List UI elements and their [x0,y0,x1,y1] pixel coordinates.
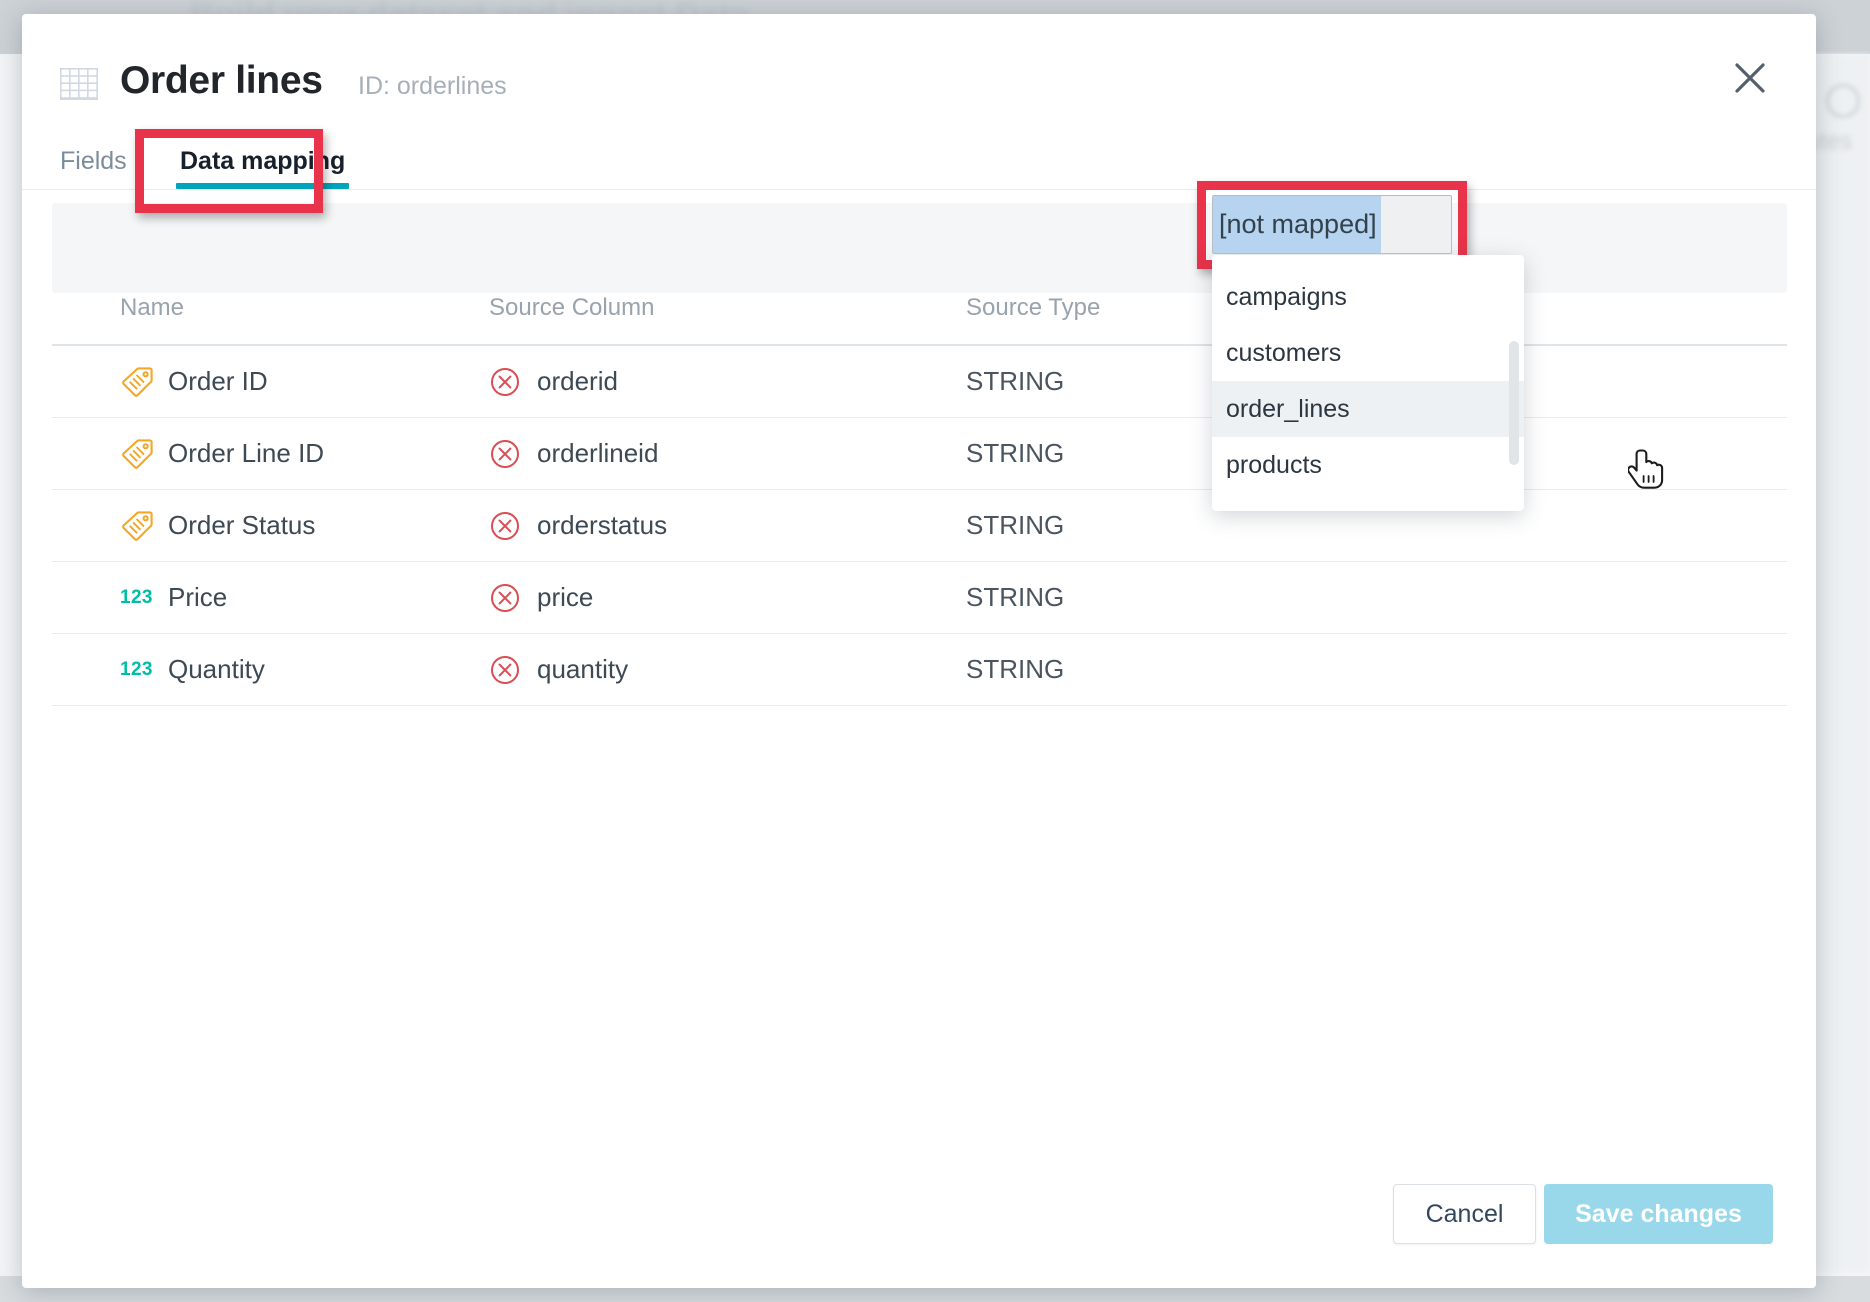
tag-icon [120,509,154,543]
source-table-select[interactable]: [not mapped] [1212,195,1452,254]
table-grid-icon [60,68,98,100]
source-column-label: price [537,582,593,613]
source-type-cell: STRING [966,654,1466,685]
source-table-dropdown-list[interactable]: campaigns customers order_lines products [1212,255,1524,511]
source-column-label: orderid [537,366,618,397]
tag-icon [120,437,154,471]
source-type-cell: STRING [966,582,1466,613]
error-circle-x-icon [489,582,521,614]
save-changes-button[interactable]: Save changes [1544,1184,1773,1244]
tag-icon [120,365,154,399]
dropdown-option-order-lines[interactable]: order_lines [1212,381,1524,437]
source-column-cell[interactable]: quantity [489,654,966,686]
page-title: Order lines [120,59,323,103]
modal-id-label: ID: orderlines [358,72,507,101]
table-row[interactable]: Order Line ID orderlineid STRING [52,418,1787,490]
mapping-toolbar [52,203,1787,293]
table-row[interactable]: 123 Price price STRING [52,562,1787,634]
field-name-label: Order Status [168,510,315,541]
source-type-cell: STRING [966,510,1466,541]
field-name-label: Order ID [168,366,268,397]
tab-bar: Fields Data mapping [22,128,1816,190]
background-avatar-circle [1826,84,1860,118]
data-mapping-table: Name Source Column Source Type Order ID [52,294,1787,706]
source-column-cell[interactable]: orderlineid [489,438,966,470]
error-circle-x-icon [489,366,521,398]
table-row[interactable]: Order ID orderid STRING [52,346,1787,418]
field-name-label: Order Line ID [168,438,324,469]
cancel-button[interactable]: Cancel [1393,1184,1536,1244]
field-name-cell: 123 Price [52,582,489,613]
field-name-cell: Order Status [52,509,489,543]
dropdown-option-products[interactable]: products [1212,437,1524,493]
field-name-cell: 123 Quantity [52,654,489,685]
tab-data-mapping[interactable]: Data mapping [180,147,345,189]
column-header-name: Name [52,294,489,322]
table-row[interactable]: Order Status orderstatus STRING [52,490,1787,562]
dropdown-scrollbar[interactable] [1509,341,1519,465]
field-name-label: Quantity [168,654,265,685]
source-column-cell[interactable]: price [489,582,966,614]
tab-fields[interactable]: Fields [60,147,127,189]
error-circle-x-icon [489,510,521,542]
dropdown-option-campaigns[interactable]: campaigns [1212,269,1524,325]
source-table-select-value: [not mapped] [1213,196,1381,253]
order-lines-modal: Order lines ID: orderlines Fields Data m… [22,14,1816,1288]
error-circle-x-icon [489,654,521,686]
close-icon[interactable] [1726,54,1774,102]
field-name-cell: Order Line ID [52,437,489,471]
error-circle-x-icon [489,438,521,470]
source-column-label: orderstatus [537,510,667,541]
source-column-cell[interactable]: orderid [489,366,966,398]
source-column-cell[interactable]: orderstatus [489,510,966,542]
field-name-label: Price [168,582,227,613]
field-name-cell: Order ID [52,365,489,399]
source-column-label: quantity [537,654,628,685]
table-row[interactable]: 123 Quantity quantity STRING [52,634,1787,706]
modal-footer: Cancel Save changes [22,1172,1816,1288]
number-icon: 123 [120,587,154,609]
dropdown-option-customers[interactable]: customers [1212,325,1524,381]
column-header-source-column: Source Column [489,294,966,322]
source-column-label: orderlineid [537,438,658,469]
modal-header: Order lines ID: orderlines [22,14,1816,128]
table-header-row: Name Source Column Source Type [52,294,1787,346]
number-icon: 123 [120,659,154,681]
